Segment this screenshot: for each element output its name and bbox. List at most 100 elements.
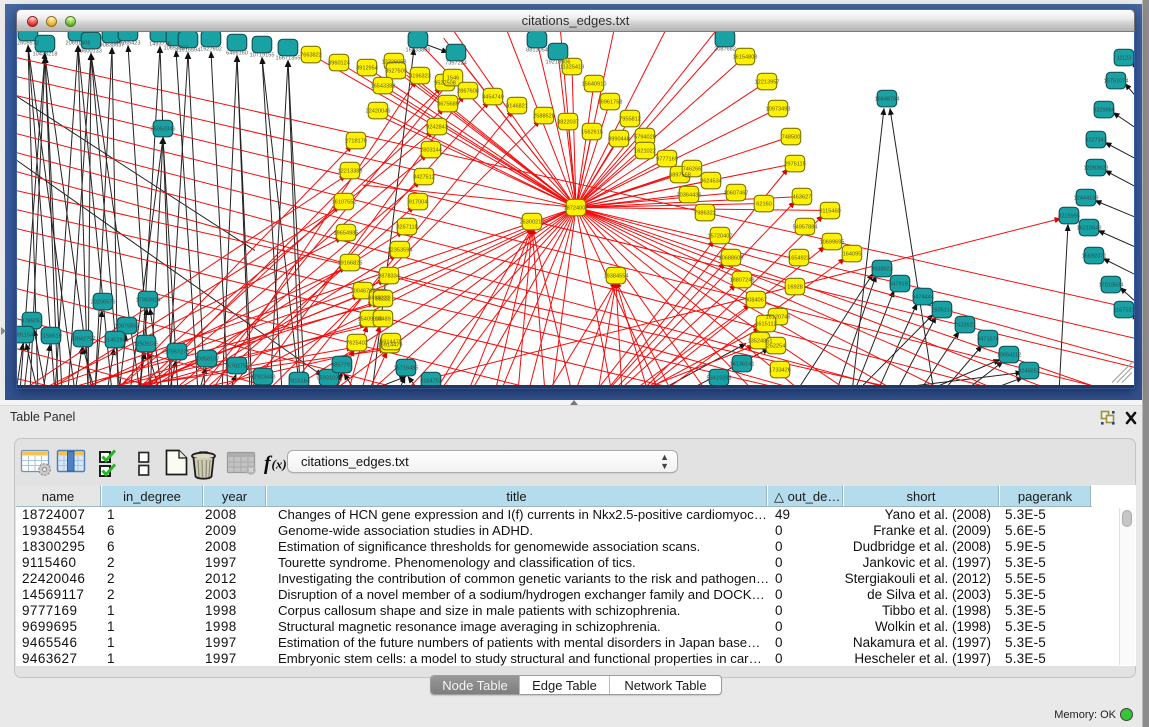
svg-text:8196323: 8196323 xyxy=(409,74,431,80)
svg-text:19654985: 19654985 xyxy=(334,231,359,237)
svg-text:9146821: 9146821 xyxy=(506,104,528,110)
svg-text:9115460: 9115460 xyxy=(819,209,840,215)
svg-text:3215955: 3215955 xyxy=(1058,214,1080,220)
svg-text:10688609: 10688609 xyxy=(719,256,744,262)
svg-text:7625402: 7625402 xyxy=(346,341,368,347)
svg-text:6897568: 6897568 xyxy=(669,173,691,179)
svg-text:15751074: 15751074 xyxy=(1104,79,1129,85)
svg-text:15640910: 15640910 xyxy=(582,82,607,88)
svg-text:7663822: 7663822 xyxy=(300,53,322,59)
svg-text:1527602: 1527602 xyxy=(200,47,222,53)
svg-text:1562615: 1562615 xyxy=(581,130,603,136)
svg-text:40265423: 40265423 xyxy=(116,41,141,47)
svg-text:13226058: 13226058 xyxy=(382,60,407,66)
svg-text:6479197: 6479197 xyxy=(889,282,911,288)
svg-text:19384554: 19384554 xyxy=(604,274,629,280)
svg-text:9777169: 9777169 xyxy=(656,157,678,163)
svg-text:9600133: 9600133 xyxy=(80,49,102,55)
svg-text:22420046: 22420046 xyxy=(366,109,391,115)
svg-text:16782759: 16782759 xyxy=(225,364,250,370)
svg-text:15716485: 15716485 xyxy=(394,366,419,372)
svg-text:1167531: 1167531 xyxy=(1113,308,1134,314)
svg-text:8471676: 8471676 xyxy=(977,337,999,343)
svg-text:3527509: 3527509 xyxy=(385,69,407,75)
svg-text:1615112: 1615112 xyxy=(755,322,776,328)
svg-text:19166825: 19166825 xyxy=(338,261,363,267)
svg-text:7816184: 7816184 xyxy=(288,379,310,385)
svg-text:15692371: 15692371 xyxy=(1082,254,1107,260)
svg-text:58222: 58222 xyxy=(375,297,391,303)
svg-text:17359924: 17359924 xyxy=(136,298,161,304)
svg-text:17957275: 17957275 xyxy=(165,350,190,356)
svg-text:3878334: 3878334 xyxy=(378,274,400,280)
svg-text:62160: 62160 xyxy=(756,202,772,208)
svg-text:3912954: 3912954 xyxy=(356,66,378,72)
svg-text:12093823: 12093823 xyxy=(1084,166,1109,172)
svg-text:252254: 252254 xyxy=(767,344,786,350)
svg-text:10654112: 10654112 xyxy=(997,353,1021,359)
svg-text:16648784: 16648784 xyxy=(875,97,900,103)
svg-text:2803144: 2803144 xyxy=(420,148,442,154)
svg-text:10046788: 10046788 xyxy=(351,289,376,295)
svg-text:9329966: 9329966 xyxy=(1093,108,1115,114)
svg-text:12923448: 12923448 xyxy=(251,375,276,381)
svg-text:9857791: 9857791 xyxy=(331,363,353,369)
svg-text:6466160: 6466160 xyxy=(226,51,248,57)
svg-text:95931034: 95931034 xyxy=(317,376,342,382)
svg-text:3822037: 3822037 xyxy=(557,120,579,126)
svg-text:10975867: 10975867 xyxy=(115,324,140,330)
svg-text:9084067: 9084067 xyxy=(745,298,767,304)
svg-text:391154: 391154 xyxy=(17,333,33,339)
svg-text:3267110: 3267110 xyxy=(396,225,417,231)
svg-text:2605572: 2605572 xyxy=(17,41,39,47)
svg-text:8427512: 8427512 xyxy=(413,175,435,181)
svg-text:3164752: 3164752 xyxy=(420,379,442,385)
svg-text:20364436: 20364436 xyxy=(677,193,702,199)
svg-text:7357224: 7357224 xyxy=(445,61,467,67)
svg-text:(x): (x) xyxy=(272,457,287,472)
svg-text:9474444: 9474444 xyxy=(912,295,934,301)
svg-text:10607467: 10607467 xyxy=(724,191,749,197)
svg-text:8990448: 8990448 xyxy=(608,137,630,143)
svg-text:25300215: 25300215 xyxy=(520,220,545,226)
svg-text:1156619: 1156619 xyxy=(40,334,61,340)
svg-text:748500: 748500 xyxy=(782,135,801,141)
svg-text:16107552: 16107552 xyxy=(332,200,357,206)
svg-text:18724007: 18724007 xyxy=(564,206,589,212)
svg-text:25053346: 25053346 xyxy=(151,127,176,133)
svg-text:12353594: 12353594 xyxy=(388,248,413,254)
svg-text:2718170: 2718170 xyxy=(345,139,367,145)
svg-text:12213389: 12213389 xyxy=(338,169,363,175)
svg-text:16671355: 16671355 xyxy=(276,56,301,62)
svg-text:7986322: 7986322 xyxy=(694,211,716,217)
svg-text:10699695: 10699695 xyxy=(820,240,845,246)
svg-text:9227343: 9227343 xyxy=(1085,138,1107,144)
svg-text:11123: 11123 xyxy=(1117,56,1132,62)
svg-text:11325419: 11325419 xyxy=(560,65,584,71)
svg-text:9242843: 9242843 xyxy=(426,125,448,131)
svg-text:13942757: 13942757 xyxy=(71,337,96,343)
svg-text:1654923: 1654923 xyxy=(788,256,810,262)
svg-text:12213957: 12213957 xyxy=(755,80,780,86)
svg-text:16154808: 16154808 xyxy=(733,55,758,61)
svg-text:1145194: 1145194 xyxy=(104,338,125,344)
svg-text:10973493: 10973493 xyxy=(766,107,791,113)
svg-text:14136141: 14136141 xyxy=(730,362,755,368)
svg-text:53419283: 53419283 xyxy=(707,376,732,382)
svg-text:2588520: 2588520 xyxy=(533,114,555,120)
svg-text:15720407: 15720407 xyxy=(708,234,733,240)
svg-text:17018504: 17018504 xyxy=(1099,283,1124,289)
svg-text:12505135: 12505135 xyxy=(134,342,159,348)
svg-text:2935114: 2935114 xyxy=(931,308,952,314)
svg-text:11615594: 11615594 xyxy=(176,48,200,54)
svg-text:7632621: 7632621 xyxy=(954,323,976,329)
svg-text:746266: 746266 xyxy=(683,167,702,173)
svg-text:20691406: 20691406 xyxy=(66,41,91,47)
svg-text:8454749: 8454749 xyxy=(482,95,504,101)
svg-text:6794028: 6794028 xyxy=(634,135,656,141)
svg-text:164095: 164095 xyxy=(843,252,862,258)
svg-text:1733426: 1733426 xyxy=(769,368,791,374)
svg-text:8813054: 8813054 xyxy=(526,48,548,54)
svg-text:9245052: 9245052 xyxy=(1018,369,1040,375)
svg-text:3624534: 3624534 xyxy=(700,179,722,185)
